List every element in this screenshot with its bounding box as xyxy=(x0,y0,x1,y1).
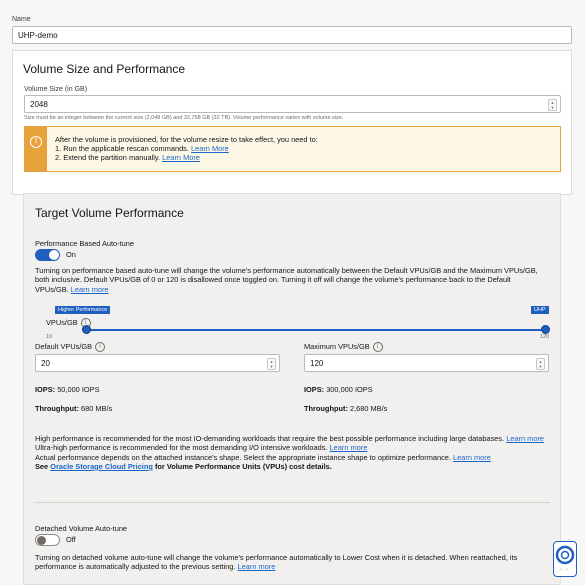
slider-thumb-max[interactable] xyxy=(541,325,550,334)
detached-learn-more[interactable]: Learn more xyxy=(238,562,276,571)
detached-state: Off xyxy=(66,535,76,544)
help-widget[interactable]: ⁘⁘ xyxy=(553,541,577,577)
name-label: Name xyxy=(12,16,31,23)
note-high-learn-more[interactable]: Learn more xyxy=(506,434,544,443)
warning-step-2: 2. Extend the partition manually. Learn … xyxy=(55,153,200,162)
performance-notes: High performance is recommended for the … xyxy=(35,434,547,471)
note-ultra-high: Ultra-high performance is recommended fo… xyxy=(35,443,368,453)
max-vpus-label: Maximum VPUs/GB i xyxy=(304,342,383,353)
max-iops: IOPS: 300,000 IOPS xyxy=(304,385,373,394)
default-throughput: Throughput: 680 MB/s xyxy=(35,404,113,413)
max-vpus-input[interactable]: 120 ▲ ▼ xyxy=(304,354,549,372)
volume-size-input[interactable]: 2048 ▲ ▼ xyxy=(24,95,561,113)
warning-learn-more-2[interactable]: Learn More xyxy=(162,153,200,162)
slider-thumb-default[interactable] xyxy=(82,325,91,334)
note-pricing: See Oracle Storage Cloud Pricing for Vol… xyxy=(35,461,332,471)
volume-size-label: Volume Size (in GB) xyxy=(24,86,88,93)
detached-description: Turning on detached volume auto-tune wil… xyxy=(35,553,518,572)
warning-intro: After the volume is provisioned, for the… xyxy=(55,135,318,144)
default-iops: IOPS: 50,000 IOPS xyxy=(35,385,100,394)
note-actual-performance: Actual performance depends on the attach… xyxy=(35,452,491,462)
slider-tag-high: Higher Performance xyxy=(55,306,111,314)
name-input[interactable]: UHP-demo xyxy=(12,26,572,44)
warning-step-1: 1. Run the applicable rescan commands. L… xyxy=(55,144,229,153)
slider-track[interactable] xyxy=(86,329,545,331)
resize-warning: ! After the volume is provisioned, for t… xyxy=(24,126,561,172)
volume-size-title: Volume Size and Performance xyxy=(23,62,186,76)
target-performance-title: Target Volume Performance xyxy=(35,206,184,220)
pricing-link[interactable]: Oracle Storage Cloud Pricing xyxy=(50,462,153,471)
autotune-learn-more[interactable]: Learn more xyxy=(71,285,109,294)
note-high-performance: High performance is recommended for the … xyxy=(35,434,545,443)
detached-toggle[interactable] xyxy=(35,534,60,546)
autotune-state: On xyxy=(66,250,76,259)
autotune-description: Turning on performance based auto-tune w… xyxy=(35,266,538,294)
detached-label: Detached Volume Auto-tune xyxy=(35,524,128,533)
default-vpus-label: Default VPUs/GB i xyxy=(35,342,106,353)
grip-icon: ⁘⁘ xyxy=(559,567,570,573)
warning-learn-more-1[interactable]: Learn More xyxy=(191,144,229,153)
divider xyxy=(35,502,550,503)
autotune-label: Performance Based Auto-tune xyxy=(35,239,135,248)
info-icon[interactable]: i xyxy=(372,342,383,353)
warning-icon: ! xyxy=(25,127,47,171)
autotune-toggle[interactable] xyxy=(35,249,60,261)
default-vpus-stepper[interactable]: ▲ ▼ xyxy=(267,358,276,370)
volume-size-value: 2048 xyxy=(30,100,48,109)
slider-max-label: 120 xyxy=(540,334,550,340)
note-actual-learn-more[interactable]: Learn more xyxy=(453,453,491,462)
volume-size-stepper[interactable]: ▲ ▼ xyxy=(548,99,557,111)
max-throughput: Throughput: 2,680 MB/s xyxy=(304,404,388,413)
lifebuoy-icon xyxy=(555,545,575,565)
max-vpus-stepper[interactable]: ▲ ▼ xyxy=(536,358,545,370)
slider-tag-uhp: UHP xyxy=(531,306,549,314)
slider-min-label: 10 xyxy=(46,334,53,340)
volume-size-help: Size must be an integer between the curr… xyxy=(24,115,344,121)
info-icon[interactable]: i xyxy=(95,342,106,353)
note-ultra-learn-more[interactable]: Learn more xyxy=(330,443,368,452)
default-vpus-input[interactable]: 20 ▲ ▼ xyxy=(35,354,280,372)
